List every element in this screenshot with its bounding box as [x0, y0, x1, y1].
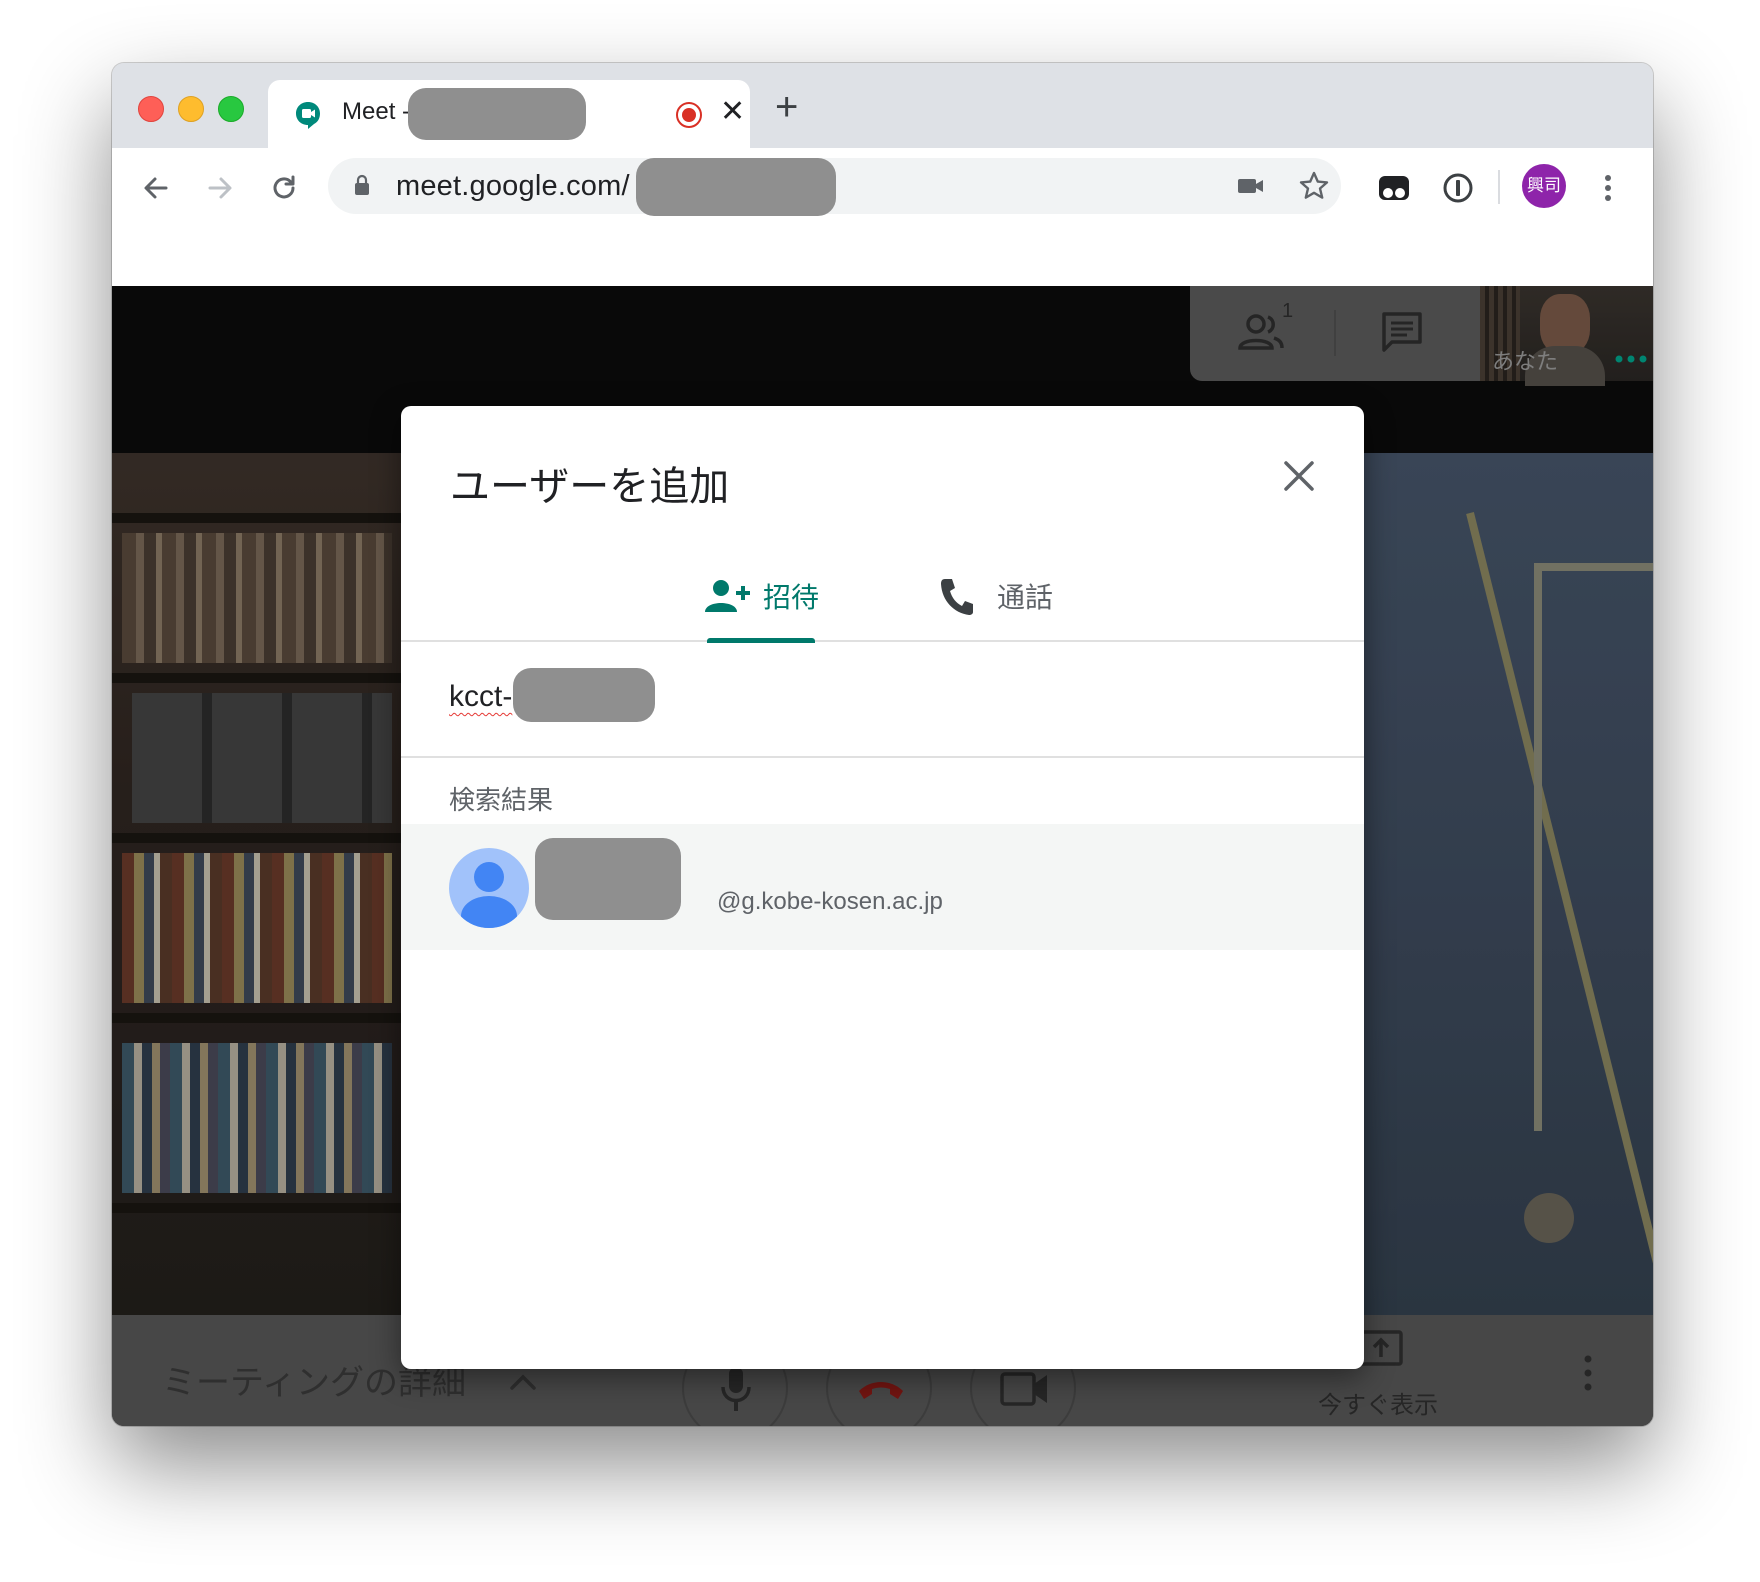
forward-arrow-icon[interactable] [200, 168, 240, 208]
browser-tab-meet[interactable]: Meet - ✕ [268, 80, 750, 148]
participant-count: 1 [1282, 300, 1294, 322]
redacted-input [513, 668, 655, 722]
invite-search-input-value[interactable]: kcct- [449, 680, 512, 714]
panel-divider [1334, 310, 1336, 356]
tab-invite-label: 招待 [763, 581, 820, 614]
phone-icon [941, 579, 973, 615]
microphone-icon [721, 1367, 751, 1411]
back-arrow-icon[interactable] [136, 168, 176, 208]
more-options-icon[interactable] [1578, 1353, 1598, 1393]
tab-invite[interactable]: 招待 [705, 564, 835, 640]
result-email: @g.kobe-kosen.ac.jp [717, 888, 943, 915]
reload-icon[interactable] [264, 168, 304, 208]
search-result-item[interactable]: @g.kobe-kosen.ac.jp [401, 824, 1364, 950]
recording-indicator-icon [676, 102, 702, 128]
redacted-tab-title [408, 88, 586, 140]
camera-icon [1000, 1372, 1047, 1406]
chevron-up-icon[interactable] [508, 1371, 538, 1393]
browser-toolbar: meet.google.com/ 興司 [112, 148, 1653, 286]
password-manager-icon[interactable] [1438, 168, 1478, 208]
meet-favicon-icon [296, 102, 320, 129]
self-view-label: あなた [1492, 349, 1559, 374]
add-people-dialog: ユーザーを追加 招待 通話 kcct- 検索結果 @g.kobe-kosen.a… [401, 406, 1364, 1369]
search-results-heading: 検索結果 [449, 786, 554, 816]
window-minimize-button[interactable] [178, 96, 204, 122]
toolbar-divider [1498, 170, 1500, 204]
address-bar[interactable]: meet.google.com/ [328, 158, 1341, 216]
present-screen-icon[interactable] [1358, 1329, 1404, 1369]
person-add-icon [705, 580, 750, 612]
present-now-label[interactable]: 今すぐ表示 [1318, 1385, 1438, 1420]
dialog-tabs: 招待 通話 [401, 564, 1364, 642]
chat-icon[interactable] [1380, 310, 1424, 354]
tab-call-label: 通話 [997, 581, 1054, 614]
invite-search-field[interactable]: kcct- [401, 642, 1364, 758]
lock-icon [355, 174, 369, 195]
tab-close-icon[interactable]: ✕ [720, 94, 745, 129]
window-close-button[interactable] [138, 96, 164, 122]
tab-call[interactable]: 通話 [939, 564, 1069, 640]
dialog-title: ユーザーを追加 [450, 464, 730, 510]
self-view-more-icon[interactable] [1614, 354, 1648, 364]
extension-glasses-icon[interactable] [1374, 168, 1414, 208]
hang-up-phone-icon [859, 1382, 903, 1399]
redacted-name [535, 838, 681, 920]
meet-content: 1 あなた ミーティングの詳細 今すぐ表示 ユーザーを追加 招待 通話 kcct… [112, 286, 1653, 1426]
close-icon[interactable] [1281, 458, 1317, 494]
bookshelf-video-area [112, 453, 402, 1315]
tab-strip: Meet - ✕ + [112, 63, 1653, 148]
default-avatar-icon [449, 848, 529, 928]
door-video-area [1364, 453, 1653, 1315]
camera-in-use-icon[interactable] [1235, 170, 1267, 202]
window-zoom-button[interactable] [218, 96, 244, 122]
tab-title: Meet - [342, 98, 411, 125]
browser-menu-icon[interactable] [1588, 168, 1628, 208]
browser-window: Meet - ✕ + meet.google.com/ 興司 1 あなた ミーテ… [112, 63, 1653, 1426]
new-tab-button[interactable]: + [775, 87, 798, 127]
redacted-url [636, 158, 836, 216]
bookmark-star-icon[interactable] [1298, 170, 1330, 202]
url-text: meet.google.com/ [396, 170, 630, 202]
profile-avatar[interactable]: 興司 [1522, 164, 1566, 208]
